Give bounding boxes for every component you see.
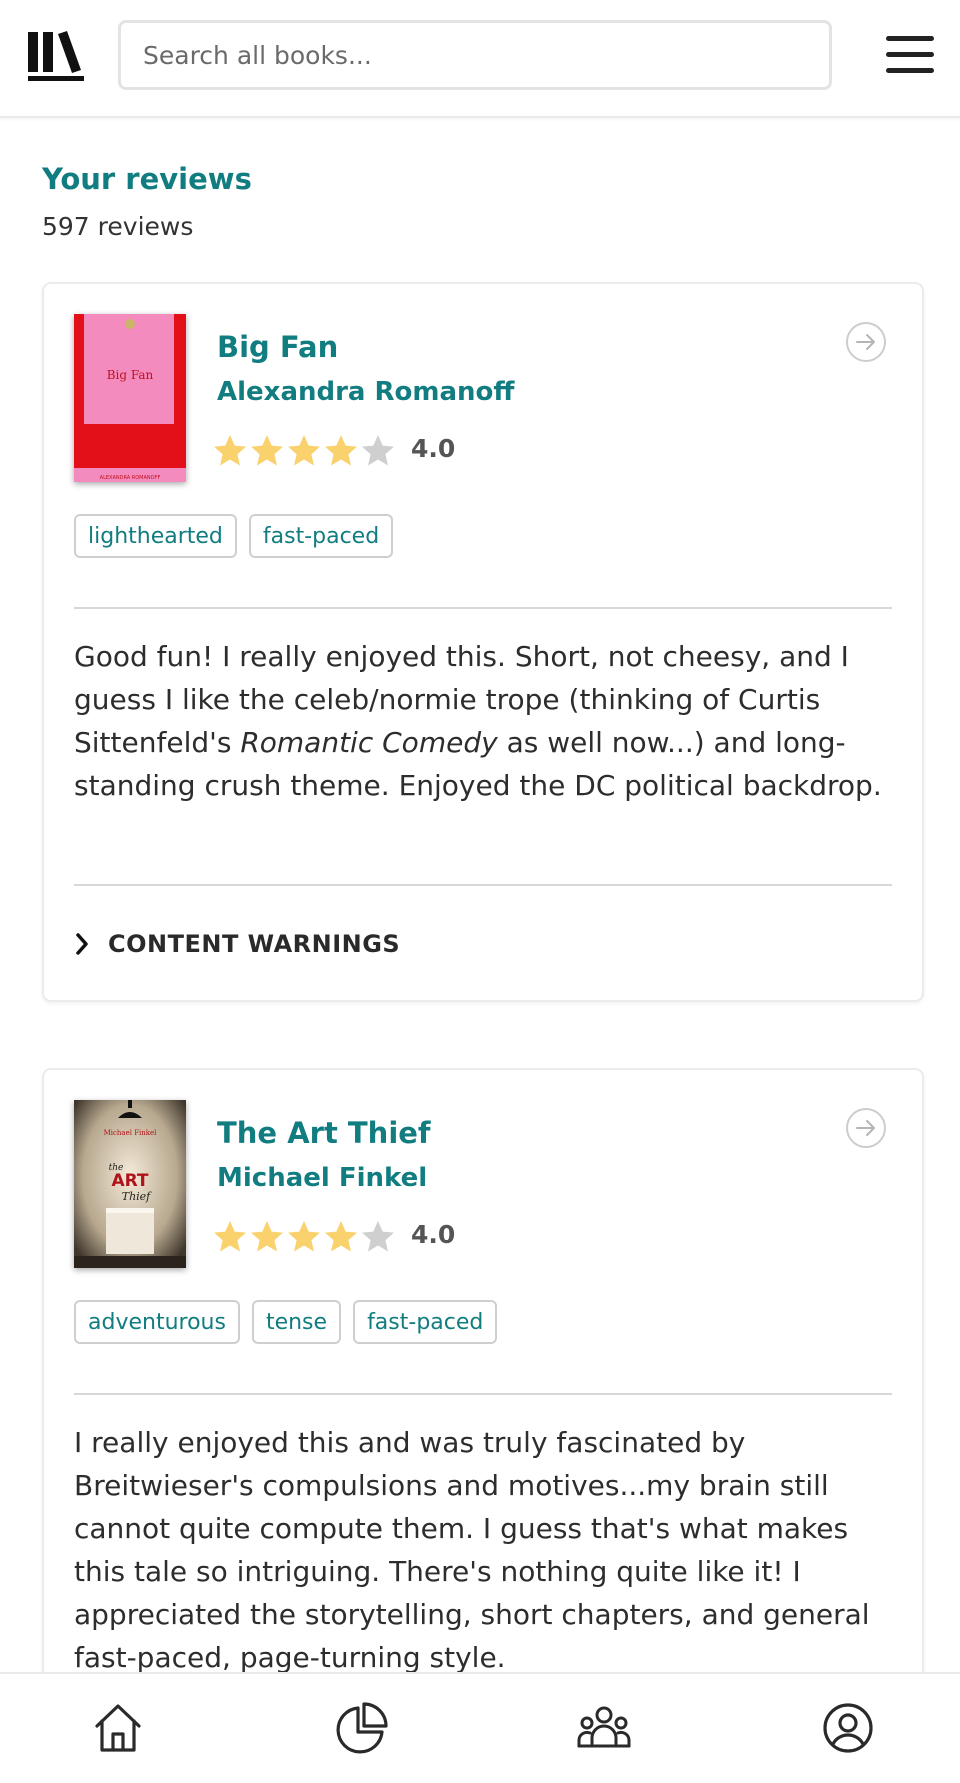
bottom-navigation [0,1672,960,1783]
review-text: Good fun! I really enjoyed this. Short, … [74,640,882,802]
book-title-link[interactable]: The Art Thief [217,1116,431,1150]
review-count: 597 reviews [42,212,194,241]
cover-title: Big Fan [107,368,154,382]
mood-tag[interactable]: adventurous [74,1300,240,1344]
star-icon [325,435,357,466]
main-content: Your reviews 597 reviews Big Fan ALEXAND… [0,118,960,1672]
profile-icon[interactable] [820,1700,876,1756]
divider [74,884,892,886]
mood-tag[interactable]: fast-paced [353,1300,498,1344]
book-author-link[interactable]: Alexandra Romanoff [217,377,514,407]
mood-tags: lighthearted fast-paced [74,514,394,558]
divider [74,607,892,609]
review-card: Big Fan ALEXANDRA ROMANOFF Big Fan Alexa… [42,282,924,1002]
star-icon [214,435,246,466]
book-cover[interactable]: Big Fan ALEXANDRA ROMANOFF [74,314,186,482]
mood-tag[interactable]: fast-paced [248,514,394,558]
star-icon [251,435,283,466]
mood-tag[interactable]: tense [251,1300,342,1344]
page-title: Your reviews [42,162,252,196]
top-header [0,0,960,118]
star-empty-icon [362,1221,394,1252]
open-review-arrow-icon[interactable] [846,1108,886,1148]
search-input[interactable] [118,20,832,90]
content-warnings-label: CONTENT WARNINGS [108,930,401,958]
star-rating [212,432,396,472]
open-review-arrow-icon[interactable] [846,322,886,362]
cover-author: ALEXANDRA ROMANOFF [100,475,161,481]
home-icon[interactable] [90,1700,146,1756]
review-text: I really enjoyed this and was truly fasc… [74,1426,870,1672]
svg-text:ART: ART [111,1171,148,1191]
cover-author: Michael Finkel [104,1129,158,1137]
rating-value: 4.0 [411,1220,456,1249]
book-author-link[interactable]: Michael Finkel [217,1163,427,1193]
stats-icon[interactable] [334,1700,390,1756]
mood-tag[interactable]: lighthearted [74,514,237,558]
star-icon [214,1221,246,1252]
star-empty-icon [362,435,394,466]
svg-text:Thief: Thief [122,1190,152,1203]
community-icon[interactable] [576,1700,632,1756]
book-title-link[interactable]: Big Fan [217,330,338,364]
review-card: Michael Finkel the ART Thief The Art Thi… [42,1068,924,1672]
mood-tags: adventurous tense fast-paced [74,1300,498,1344]
star-icon [288,435,320,466]
rating-value: 4.0 [411,434,456,463]
star-icon [288,1221,320,1252]
content-warnings-toggle[interactable]: CONTENT WARNINGS [74,924,400,964]
hamburger-menu-icon[interactable] [886,36,934,76]
star-icon [251,1221,283,1252]
chevron-right-icon [76,933,88,955]
book-cover[interactable]: Michael Finkel the ART Thief [74,1100,186,1268]
divider [74,1393,892,1395]
star-icon [325,1221,357,1252]
star-rating [212,1218,396,1258]
storygraph-logo-icon[interactable] [26,30,86,84]
